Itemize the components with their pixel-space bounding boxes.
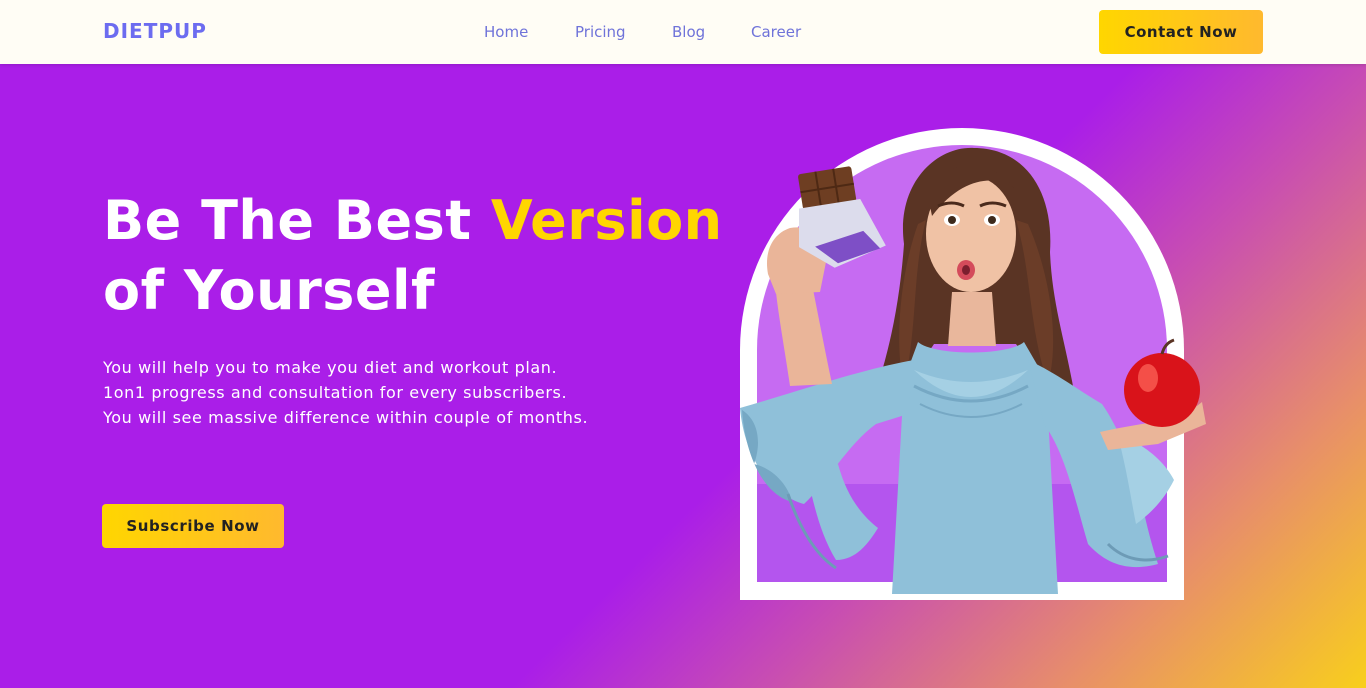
hero-title-part2: of Yourself <box>103 259 435 322</box>
subscribe-now-button[interactable]: Subscribe Now <box>102 504 284 548</box>
navbar: DIETPUP Home Pricing Blog Career Contact… <box>0 0 1366 64</box>
hero-description: You will help you to make you diet and w… <box>103 358 589 427</box>
hero-title-highlight: Version <box>490 189 723 252</box>
hero-title: Be The Best Version of Yourself <box>103 186 743 326</box>
contact-now-button[interactable]: Contact Now <box>1099 10 1263 54</box>
nav-link-pricing[interactable]: Pricing <box>575 23 626 41</box>
nav-link-home[interactable]: Home <box>484 23 528 41</box>
hero-illustration <box>740 128 1206 600</box>
hero-title-part1: Be The Best <box>103 189 491 252</box>
nav-link-blog[interactable]: Blog <box>672 23 705 41</box>
hero-section: Be The Best Version of Yourself You will … <box>0 64 1366 688</box>
nav-link-career[interactable]: Career <box>751 23 801 41</box>
